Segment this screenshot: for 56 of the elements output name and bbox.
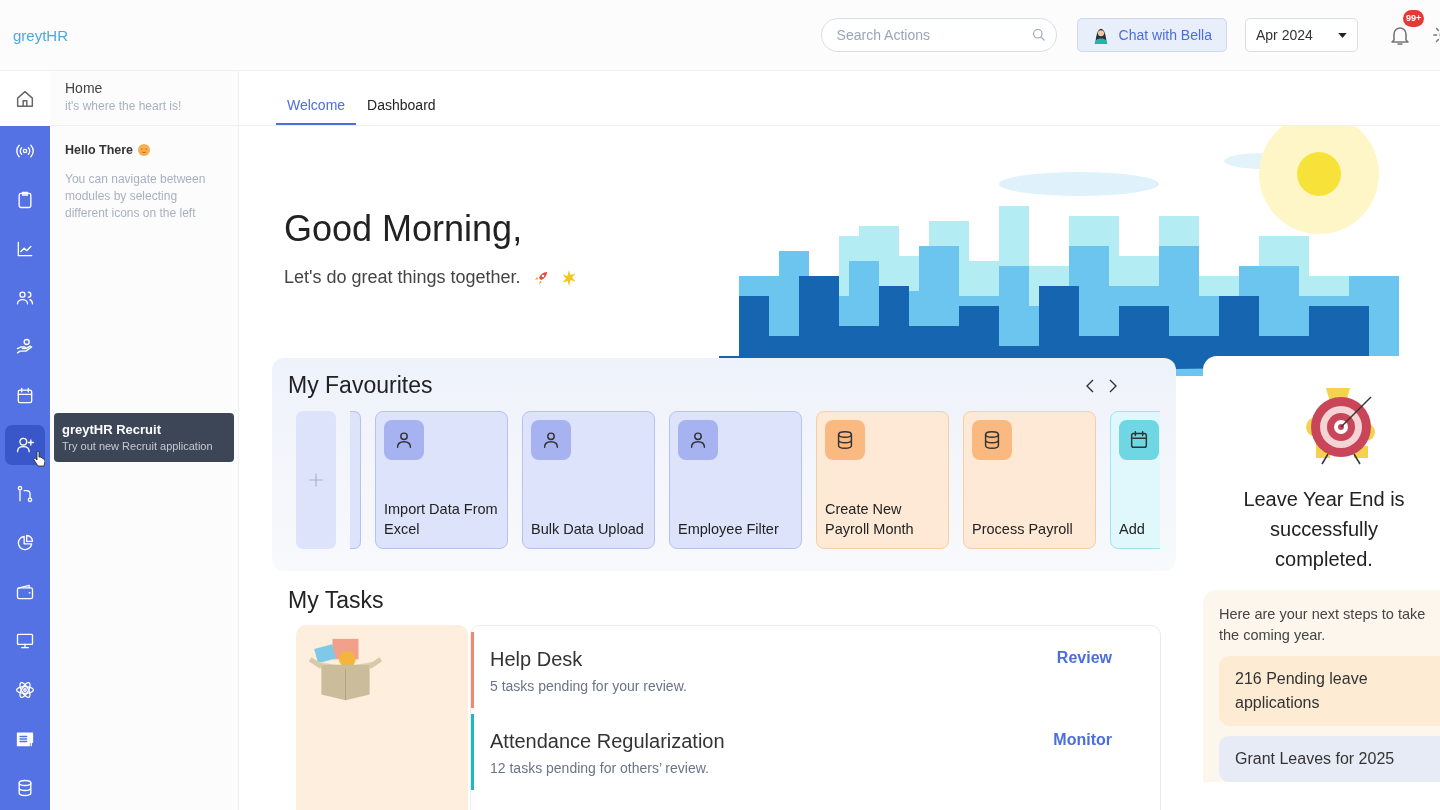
favourite-card[interactable]: Bulk Data Upload (522, 411, 655, 549)
next-icon[interactable] (1108, 377, 1118, 394)
step-button[interactable]: Grant Leaves for 2025 (1219, 736, 1440, 782)
panel-title: Home (65, 80, 104, 96)
tooltip-text: Try out new Recruit application (62, 439, 214, 453)
notification-badge: 99+ (1403, 10, 1425, 27)
greeting: Hello There (65, 143, 134, 157)
greeting-subtitle: Let's do great things together. (284, 267, 521, 288)
monitor-icon[interactable] (15, 631, 35, 651)
task-title: Help Desk (490, 648, 584, 671)
section-title: My Tasks (288, 587, 385, 614)
logo: greytHR (13, 26, 68, 44)
rocket-icon (532, 269, 549, 286)
sun-icon (560, 269, 577, 286)
tab[interactable]: Dashboard (356, 97, 447, 125)
wallet-icon[interactable] (15, 582, 35, 602)
chart-icon[interactable] (15, 239, 35, 259)
chat-button[interactable]: Chat with Bella (1076, 18, 1227, 52)
tab[interactable]: Welcome (276, 97, 357, 125)
month-select[interactable]: Apr 2024 (1245, 18, 1358, 52)
favourite-card[interactable]: Process Payroll (963, 411, 1096, 549)
person-icon (678, 420, 718, 460)
greeting-heading: Good Morning, (284, 208, 524, 250)
section-title: My Favourites (288, 372, 433, 399)
action-link[interactable]: Monitor (1053, 714, 1160, 749)
favourite-card[interactable]: Import Data From Excel (375, 411, 508, 549)
calendar-icon[interactable] (15, 386, 35, 406)
search-field[interactable]: Search Actions (820, 18, 1057, 52)
plus-icon (307, 471, 325, 489)
task-text: 5 tasks pending for your review. (490, 678, 688, 694)
task-text: 12 tasks pending for others’ review. (490, 760, 710, 776)
panel-text: You can navigate between modules by selecting different icons on the left (65, 171, 207, 222)
steps-intro: Here are your next steps to take the coming year. (1219, 605, 1427, 645)
previous-icon[interactable] (1085, 377, 1095, 394)
calendar-icon (1119, 420, 1159, 460)
person-icon (531, 420, 571, 460)
user-plus-icon[interactable] (15, 435, 35, 455)
pie-chart-icon[interactable] (15, 533, 35, 553)
branch-icon[interactable] (15, 484, 35, 504)
cursor-icon (33, 451, 45, 467)
database-icon (972, 420, 1012, 460)
person-icon (384, 420, 424, 460)
step-button[interactable]: 216 Pending leave applications (1219, 656, 1440, 726)
favourite-card[interactable]: Add (1110, 411, 1160, 549)
caret-icon (1338, 32, 1347, 38)
hand-icon[interactable] (15, 337, 35, 357)
tooltip-title: greytHR Recruit (62, 422, 162, 437)
favourite-card[interactable]: Employee Filter (669, 411, 802, 549)
smiley-icon (138, 144, 151, 156)
task-title: Attendance Regularization (490, 730, 726, 753)
favourite-card[interactable]: Create New Payroll Month (816, 411, 949, 549)
action-link[interactable]: Review (1056, 632, 1160, 667)
panel-subtitle: it's where the heart is! (65, 99, 183, 113)
leave-heading: Leave Year End is successfully completed. (1242, 487, 1406, 572)
atom-icon[interactable] (15, 680, 35, 700)
database-icon (825, 420, 865, 460)
